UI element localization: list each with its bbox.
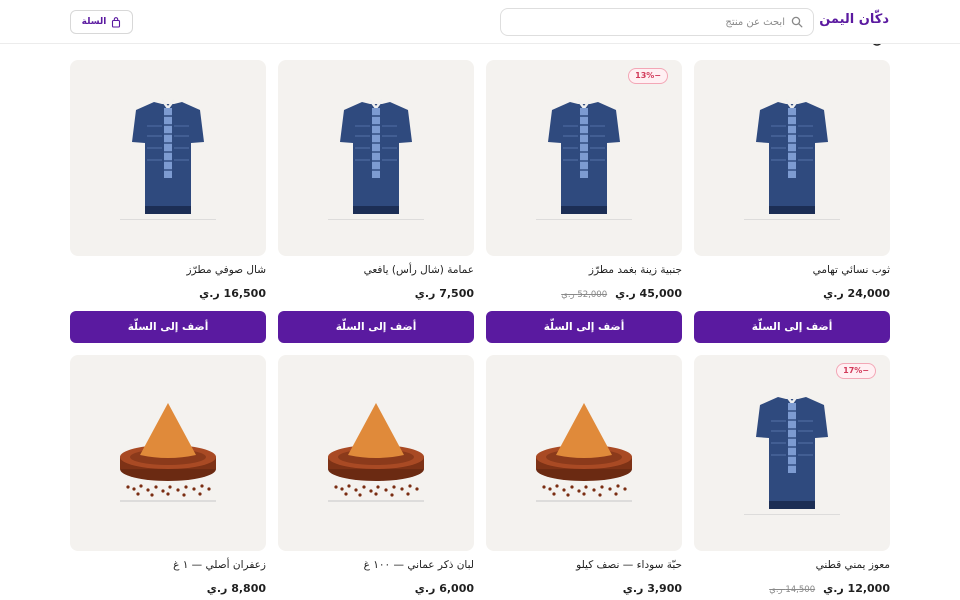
product-name[interactable]: جنبية زينة بغمد مطرّز	[486, 264, 682, 278]
price-row: 8,800 ر.ي	[70, 582, 266, 596]
product-price: 45,000 ر.ي	[615, 287, 682, 300]
cart-button[interactable]: السلة	[70, 10, 133, 34]
discount-badge: 17%−	[836, 363, 876, 379]
add-to-cart-button[interactable]: أضف إلى السلّة	[486, 311, 682, 343]
product-card[interactable]: زعفران أصلي — ١ غ 8,800 ر.ي	[70, 355, 266, 596]
product-name[interactable]: زعفران أصلي — ١ غ	[70, 559, 266, 573]
dress-icon	[120, 99, 216, 220]
old-price: 52,000 ر.ي	[561, 290, 608, 300]
product-price: 3,900 ر.ي	[622, 582, 682, 595]
cart-label: السلة	[81, 17, 107, 27]
product-image[interactable]	[70, 60, 266, 256]
product-name[interactable]: حبّة سوداء — نصف كيلو	[486, 559, 682, 573]
brand-logo[interactable]: دكّان اليمن	[819, 12, 889, 27]
product-image[interactable]	[278, 355, 474, 551]
product-card[interactable]: ثوب نسائي تهامي 24,000 ر.ي أضف إلى السلّ…	[694, 60, 890, 343]
search-input[interactable]	[525, 16, 785, 28]
price-row: 45,000 ر.ي 52,000 ر.ي	[486, 287, 682, 301]
product-price: 24,000 ر.ي	[823, 287, 890, 300]
product-image[interactable]	[70, 355, 266, 551]
product-card[interactable]: شال صوفي مطرّز 16,500 ر.ي أضف إلى السلّة	[70, 60, 266, 343]
dress-icon	[744, 99, 840, 220]
spice-pile-icon	[328, 403, 424, 502]
product-price: 12,000 ر.ي	[823, 582, 890, 595]
search-icon	[791, 16, 803, 28]
price-row: 16,500 ر.ي	[70, 287, 266, 301]
product-image[interactable]	[694, 60, 890, 256]
top-header: دكّان اليمن السلة	[0, 0, 960, 44]
add-to-cart-button[interactable]: أضف إلى السلّة	[70, 311, 266, 343]
product-card[interactable]: 17%− معوز يمني قطني 12,000 ر.ي 14,500 ر.…	[694, 355, 890, 596]
price-row: 24,000 ر.ي	[694, 287, 890, 301]
product-card[interactable]: عمامة (شال رأس) يافعي 7,500 ر.ي أضف إلى …	[278, 60, 474, 343]
product-price: 7,500 ر.ي	[414, 287, 474, 300]
price-row: 7,500 ر.ي	[278, 287, 474, 301]
product-name[interactable]: ثوب نسائي تهامي	[694, 264, 890, 278]
price-row: 12,000 ر.ي 14,500 ر.ي	[694, 582, 890, 596]
price-row: 3,900 ر.ي	[486, 582, 682, 596]
product-price: 8,800 ر.ي	[206, 582, 266, 595]
product-image[interactable]: 17%−	[694, 355, 890, 551]
dress-icon	[536, 99, 632, 220]
dress-icon	[328, 99, 424, 220]
add-to-cart-button[interactable]: أضف إلى السلّة	[694, 311, 890, 343]
product-name[interactable]: لبان ذكر عماني — ١٠٠ غ	[278, 559, 474, 573]
price-row: 6,000 ر.ي	[278, 582, 474, 596]
product-image[interactable]: 13%−	[486, 60, 682, 256]
product-price: 16,500 ر.ي	[199, 287, 266, 300]
product-card[interactable]: حبّة سوداء — نصف كيلو 3,900 ر.ي	[486, 355, 682, 596]
discount-badge: 13%−	[628, 68, 668, 84]
product-name[interactable]: عمامة (شال رأس) يافعي	[278, 264, 474, 278]
spice-pile-icon	[536, 403, 632, 502]
shopping-bag-icon	[112, 16, 121, 28]
product-name[interactable]: شال صوفي مطرّز	[70, 264, 266, 278]
product-card[interactable]: 13%− جنبية زينة بغمد مطرّز 45,000 ر.ي 52…	[486, 60, 682, 343]
dress-icon	[744, 394, 840, 515]
product-price: 6,000 ر.ي	[414, 582, 474, 595]
spice-pile-icon	[120, 403, 216, 502]
product-card[interactable]: لبان ذكر عماني — ١٠٠ غ 6,000 ر.ي	[278, 355, 474, 596]
product-name[interactable]: معوز يمني قطني	[694, 559, 890, 573]
old-price: 14,500 ر.ي	[769, 585, 816, 595]
add-to-cart-button[interactable]: أضف إلى السلّة	[278, 311, 474, 343]
search-box[interactable]	[500, 8, 814, 36]
product-grid: ثوب نسائي تهامي 24,000 ر.ي أضف إلى السلّ…	[70, 60, 890, 596]
product-image[interactable]	[278, 60, 474, 256]
product-image[interactable]	[486, 355, 682, 551]
